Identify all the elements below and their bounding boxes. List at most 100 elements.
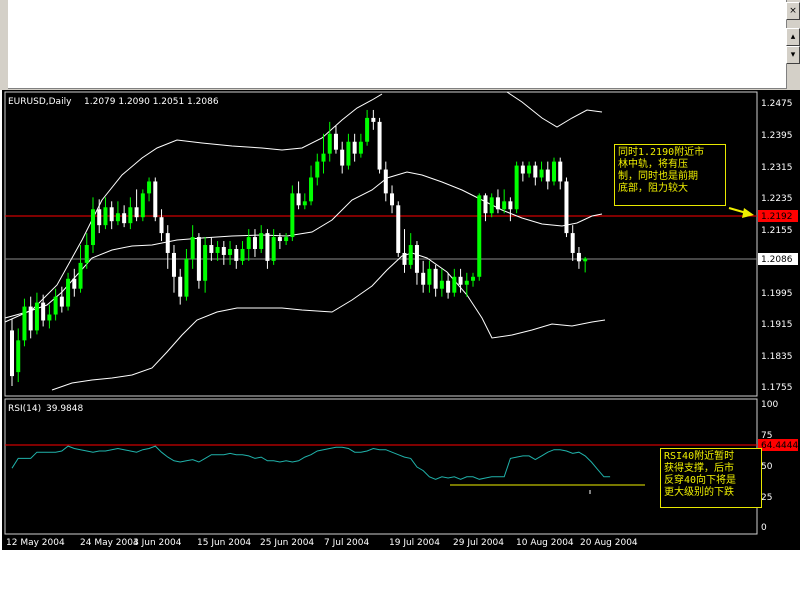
candle-body [495,197,500,210]
date-label: 29 Jul 2004 [453,538,504,548]
rsi-tick: 100 [761,400,778,410]
rsi-tick: 50 [761,462,773,472]
price-tick: 1.2475 [761,99,793,109]
candle-body [502,201,507,210]
candle-body [41,302,46,321]
candle-body [514,165,519,210]
candle-body [284,237,289,242]
candle-body [203,245,208,281]
candle-body [576,252,581,262]
candle-body [252,237,257,249]
candle-body [53,296,58,315]
candle-body [433,268,438,289]
candle-body [259,233,264,249]
candle-body [340,149,345,166]
candle-body [240,248,245,261]
candle-body [452,276,457,293]
current-price-label: 1.2086 [761,255,793,265]
candle-body [408,245,413,265]
candle-body [196,237,201,281]
close-icon[interactable]: × [786,2,800,20]
candle-body [265,233,270,261]
candle-body [471,276,476,281]
candle-body [358,141,363,154]
ohlc-values: 1.2079 1.2090 1.2051 1.2086 [84,97,219,107]
candle-body [539,169,544,178]
candle-body [134,207,139,218]
date-label: 12 May 2004 [6,538,65,548]
candle-body [66,278,71,307]
candle-body [527,165,532,174]
candle-body [346,141,351,166]
candle-body [109,207,114,222]
candle-body [371,117,376,122]
candle-body [365,117,370,142]
candle-body [383,169,388,194]
candle-body [402,252,407,265]
scroll-down-icon[interactable]: ▾ [786,46,800,64]
date-axis: 12 May 2004 24 May 2004 3 Jun 2004 15 Ju… [6,538,638,548]
candle-body [552,161,557,182]
candle-body [97,209,102,226]
candle-body [477,195,482,277]
date-label: 24 May 2004 [80,538,139,548]
candle-body [427,268,432,285]
window-controls: × ▴ ▾ [786,0,800,90]
date-label: 15 Jun 2004 [197,538,251,548]
price-tick: 1.2235 [761,194,793,204]
candle-body [483,195,488,214]
price-tick: 1.1755 [761,383,793,393]
price-tick: 1.1915 [761,320,793,330]
candle-body [302,201,307,206]
candles-group [10,109,588,387]
candle-body [28,306,33,331]
bollinger-lower-band [51,252,606,391]
rsi-tick: 25 [761,493,772,503]
candle-body [47,314,52,321]
candle-body [178,276,183,297]
candle-body [333,133,338,150]
bollinger-upper-band-2 [506,91,603,128]
candle-body [458,276,463,285]
price-tick: 1.1995 [761,289,793,299]
candle-body [277,237,282,242]
candle-body [59,296,64,307]
candle-body [221,247,226,255]
candle-body [520,165,525,174]
rsi-title: RSI(14) [8,404,41,414]
candle-body [439,280,444,289]
toolbar-area: × ▴ ▾ [0,0,800,90]
date-label: 3 Jun 2004 [133,538,182,548]
candle-body [190,237,195,259]
candle-body [489,197,494,214]
price-tick: 1.2395 [761,131,793,141]
candle-body [390,193,395,206]
candle-body [159,217,164,234]
candle-body [377,121,382,170]
rsi-panel-frame [4,398,758,535]
rsi-level-label: 64.4444 [761,441,798,451]
candle-body [421,272,426,285]
candle-body [545,169,550,182]
price-annotation: 同时1.2190附近市 林中轨，将有压 制，同时也是前期 底部，阻力较大 [614,144,726,206]
candle-body [16,340,21,373]
candle-body [321,153,326,162]
candle-body [34,302,39,331]
candle-body [122,213,127,224]
rsi-annotation: RSI40附近暂时 获得支撑，后市 反穿40向下将是 更大级别的下跌 [660,448,762,508]
candle-body [209,245,214,253]
candle-body [84,245,89,263]
date-label: 19 Jul 2004 [389,538,440,548]
candle-body [564,181,569,234]
date-label: 7 Jul 2004 [324,538,369,548]
symbol-title: EURUSD,Daily [8,97,72,107]
candle-body [583,258,588,262]
candle-body [352,141,357,154]
candle-body [215,247,220,253]
candle-body [558,161,563,182]
price-axis: 1.2475 1.2395 1.2315 1.2235 1.2155 1.207… [761,99,793,393]
candle-body [246,237,251,249]
price-tick: 1.2155 [761,226,793,236]
scroll-up-icon[interactable]: ▴ [786,28,800,46]
chart-window[interactable]: EURUSD,Daily 1.2079 1.2090 1.2051 1.2086… [2,90,800,550]
